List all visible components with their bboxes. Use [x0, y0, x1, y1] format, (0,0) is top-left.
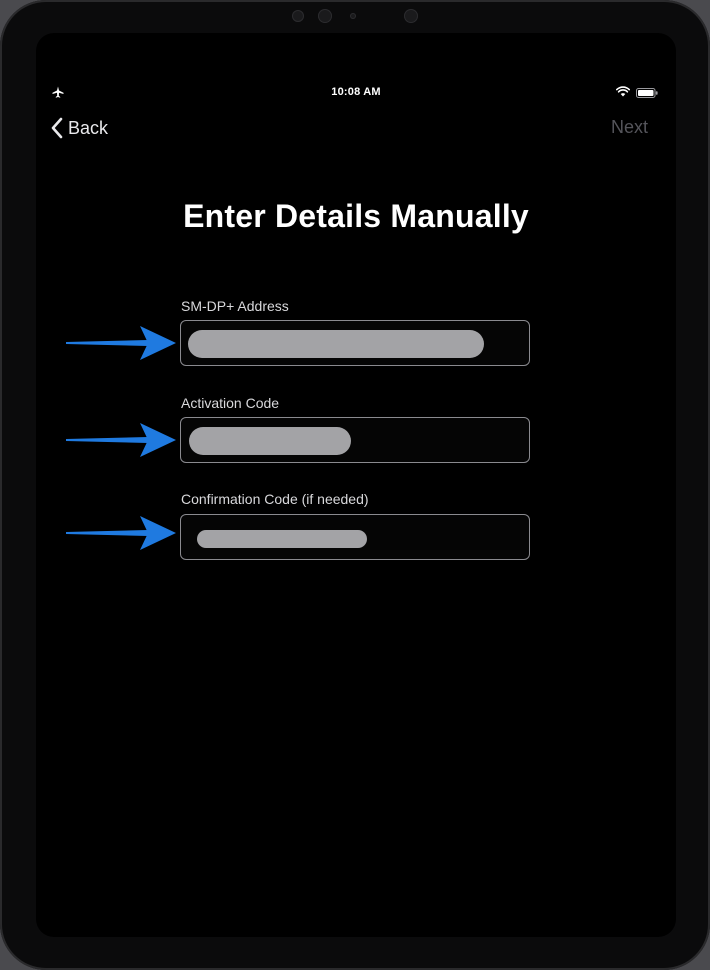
- redacted-value: [188, 330, 484, 358]
- wifi-icon: [616, 86, 630, 97]
- back-button[interactable]: Back: [50, 115, 108, 141]
- tablet-frame: 10:08 AM Back Next Enter Details Manuall: [0, 0, 710, 970]
- status-bar: 10:08 AM: [36, 33, 676, 98]
- activation-code-field[interactable]: [180, 417, 530, 463]
- confirmation-code-field[interactable]: [180, 514, 530, 560]
- camera-icon: [404, 9, 418, 23]
- sm-dp-address-field[interactable]: [180, 320, 530, 366]
- camera-icon: [292, 10, 304, 22]
- arrow-right-icon: [66, 423, 176, 457]
- chevron-left-icon: [51, 117, 63, 139]
- redacted-value: [197, 530, 367, 548]
- confirmation-code-label: Confirmation Code (if needed): [181, 491, 369, 507]
- status-time: 10:08 AM: [331, 86, 381, 98]
- sensor-dot-icon: [350, 13, 356, 19]
- activation-code-label: Activation Code: [181, 395, 280, 411]
- back-label: Back: [68, 117, 109, 138]
- arrow-right-icon: [66, 516, 176, 550]
- page-title: Enter Details Manually: [183, 198, 529, 234]
- next-button[interactable]: Next: [611, 117, 648, 138]
- sm-dp-address-label: SM-DP+ Address: [181, 298, 289, 314]
- navigation-bar: Back Next: [36, 111, 676, 143]
- arrow-right-icon: [66, 326, 176, 360]
- battery-icon: [636, 88, 658, 98]
- camera-icon: [318, 9, 332, 23]
- screen: 10:08 AM Back Next Enter Details Manuall: [36, 33, 676, 937]
- redacted-value: [189, 427, 351, 455]
- sensor-housing: [270, 4, 440, 26]
